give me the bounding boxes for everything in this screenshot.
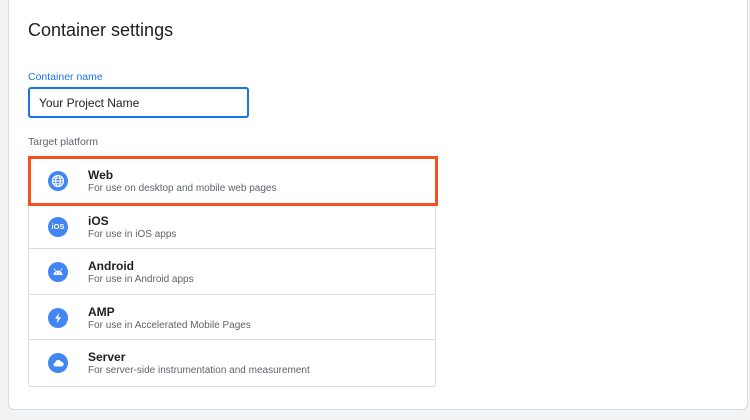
container-name-input[interactable] [28,87,249,118]
platform-description: For use in iOS apps [88,228,177,240]
container-name-label: Container name [28,71,103,83]
target-platform-label: Target platform [28,136,99,148]
platform-option-amp[interactable]: AMP For use in Accelerated Mobile Pages [29,295,435,340]
platform-description: For use on desktop and mobile web pages [88,183,277,194]
platform-option-android[interactable]: Android For use in Android apps [29,249,435,295]
platform-description: For server-side instrumentation and meas… [88,365,310,376]
platform-option-web[interactable]: Web For use on desktop and mobile web pa… [29,158,435,204]
platform-name: iOS [88,213,109,228]
cloud-icon [48,353,68,373]
platform-name: Server [88,350,126,364]
platform-description: For use in Accelerated Mobile Pages [88,319,251,331]
platform-name: AMP [88,304,115,319]
ios-icon-text: iOS [51,222,65,231]
platform-description: For use in Android apps [88,274,194,285]
android-icon [48,262,68,282]
ios-icon: iOS [48,216,68,237]
container-settings-card: Container settings Container name Target… [8,0,748,410]
platform-option-server[interactable]: Server For server-side instrumentation a… [29,340,435,386]
platform-list: Web For use on desktop and mobile web pa… [28,157,436,387]
platform-name: Web [88,168,114,182]
globe-icon [48,171,68,191]
platform-option-ios[interactable]: iOS iOS For use in iOS apps [29,204,435,249]
page-title: Container settings [28,20,174,40]
platform-name: Android [88,259,134,273]
lightning-icon [48,307,68,328]
